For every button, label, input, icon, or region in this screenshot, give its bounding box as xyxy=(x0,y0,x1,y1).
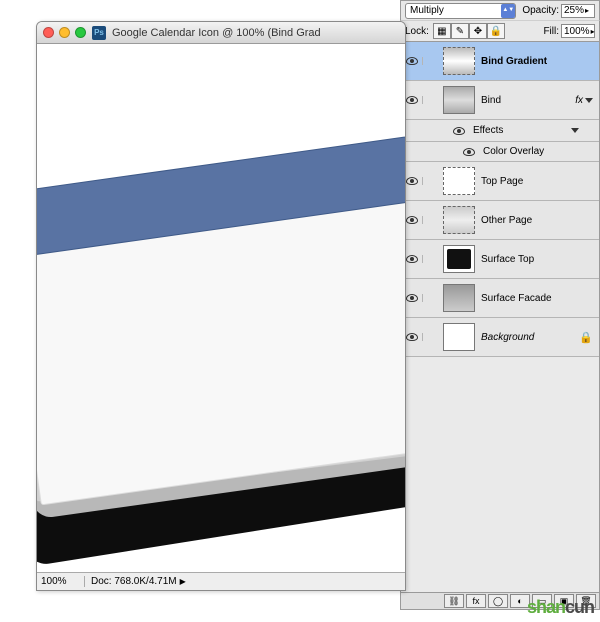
layer-thumbnail[interactable] xyxy=(443,86,475,114)
lock-brush-icon[interactable]: ✎ xyxy=(451,23,469,39)
eye-icon xyxy=(406,96,418,104)
watermark: shancun xyxy=(527,597,594,618)
eye-icon xyxy=(406,216,418,224)
layer-row[interactable]: Bind Gradient xyxy=(401,42,599,81)
layer-thumbnail[interactable] xyxy=(443,284,475,312)
minimize-button[interactable] xyxy=(59,27,70,38)
effect-item-row[interactable]: Color Overlay xyxy=(401,142,599,162)
layer-row[interactable]: Surface Top xyxy=(401,240,599,279)
lock-all-icon[interactable]: 🔒 xyxy=(487,23,505,39)
status-bar: 100% Doc: 768.0K/4.71M ▶ xyxy=(37,572,405,590)
layer-thumbnail[interactable] xyxy=(443,167,475,195)
layer-name: Background xyxy=(481,332,579,343)
layer-row[interactable]: Background 🔒 xyxy=(401,318,599,357)
zoom-button[interactable] xyxy=(75,27,86,38)
fill-field[interactable]: 100% ▸ xyxy=(561,24,595,38)
layer-style-icon[interactable]: fx xyxy=(466,594,486,608)
lock-icons-group: ▦ ✎ ✥ 🔒 xyxy=(433,23,505,39)
document-title: Google Calendar Icon @ 100% (Bind Grad xyxy=(112,27,321,39)
eye-icon xyxy=(406,177,418,185)
lock-icon: 🔒 xyxy=(579,331,593,344)
eye-icon xyxy=(406,294,418,302)
eye-icon xyxy=(406,333,418,341)
effects-row[interactable]: Effects xyxy=(401,120,599,142)
layer-name: Other Page xyxy=(481,215,593,226)
doc-info[interactable]: Doc: 768.0K/4.71M ▶ xyxy=(85,576,192,587)
artwork xyxy=(37,44,405,572)
close-button[interactable] xyxy=(43,27,54,38)
layers-panel: Bind Gradient Bind fx Effects Color Over… xyxy=(400,42,600,592)
chevron-down-icon[interactable] xyxy=(585,98,593,103)
opacity-label: Opacity: xyxy=(522,5,559,16)
fill-value: 100% xyxy=(564,26,590,37)
layer-name: Surface Top xyxy=(481,254,593,265)
doc-info-text: Doc: 768.0K/4.71M xyxy=(91,576,177,587)
layer-row[interactable]: Surface Facade xyxy=(401,279,599,318)
fx-icon[interactable]: fx xyxy=(575,95,583,106)
layer-name: Surface Facade xyxy=(481,293,593,304)
blend-mode-select[interactable]: Multiply ▲▼ xyxy=(405,3,516,19)
chevron-down-icon[interactable] xyxy=(571,128,579,133)
layer-name: Top Page xyxy=(481,176,593,187)
link-layers-icon[interactable]: ⛓ xyxy=(444,594,464,608)
layer-row[interactable]: Top Page xyxy=(401,162,599,201)
updown-icon: ▲▼ xyxy=(501,4,515,18)
chevron-right-icon: ▸ xyxy=(591,27,595,36)
canvas[interactable] xyxy=(37,44,405,572)
layer-name: Bind Gradient xyxy=(481,56,593,67)
blend-mode-value: Multiply xyxy=(410,5,444,16)
layer-row[interactable]: Other Page xyxy=(401,201,599,240)
lock-move-icon[interactable]: ✥ xyxy=(469,23,487,39)
layer-mask-icon[interactable]: ◯ xyxy=(488,594,508,608)
opacity-field[interactable]: 25% ▸ xyxy=(561,4,595,18)
layer-name: Bind xyxy=(481,95,575,106)
chevron-right-icon: ▶ xyxy=(180,577,186,586)
window-controls xyxy=(43,27,86,38)
layer-thumbnail[interactable] xyxy=(443,245,475,273)
effect-name: Color Overlay xyxy=(483,146,593,157)
lock-transparent-icon[interactable]: ▦ xyxy=(433,23,451,39)
photoshop-icon: Ps xyxy=(92,26,106,40)
opacity-value: 25% xyxy=(564,5,584,16)
eye-icon[interactable] xyxy=(453,127,465,135)
layer-row[interactable]: Bind fx xyxy=(401,81,599,120)
titlebar[interactable]: Ps Google Calendar Icon @ 100% (Bind Gra… xyxy=(37,22,405,44)
eye-icon[interactable] xyxy=(463,148,475,156)
layer-thumbnail[interactable] xyxy=(443,47,475,75)
fill-label: Fill: xyxy=(543,26,559,37)
layer-thumbnail[interactable] xyxy=(443,323,475,351)
blend-options-bar: Multiply ▲▼ Opacity: 25% ▸ xyxy=(400,0,600,20)
effects-label: Effects xyxy=(473,125,571,136)
document-window: Ps Google Calendar Icon @ 100% (Bind Gra… xyxy=(36,21,406,591)
eye-icon xyxy=(406,255,418,263)
layer-thumbnail[interactable] xyxy=(443,206,475,234)
lock-label: Lock: xyxy=(405,26,429,37)
chevron-right-icon: ▸ xyxy=(585,6,589,15)
eye-icon xyxy=(406,57,418,65)
lock-options-bar: Lock: ▦ ✎ ✥ 🔒 Fill: 100% ▸ xyxy=(400,20,600,42)
zoom-field[interactable]: 100% xyxy=(37,576,85,587)
